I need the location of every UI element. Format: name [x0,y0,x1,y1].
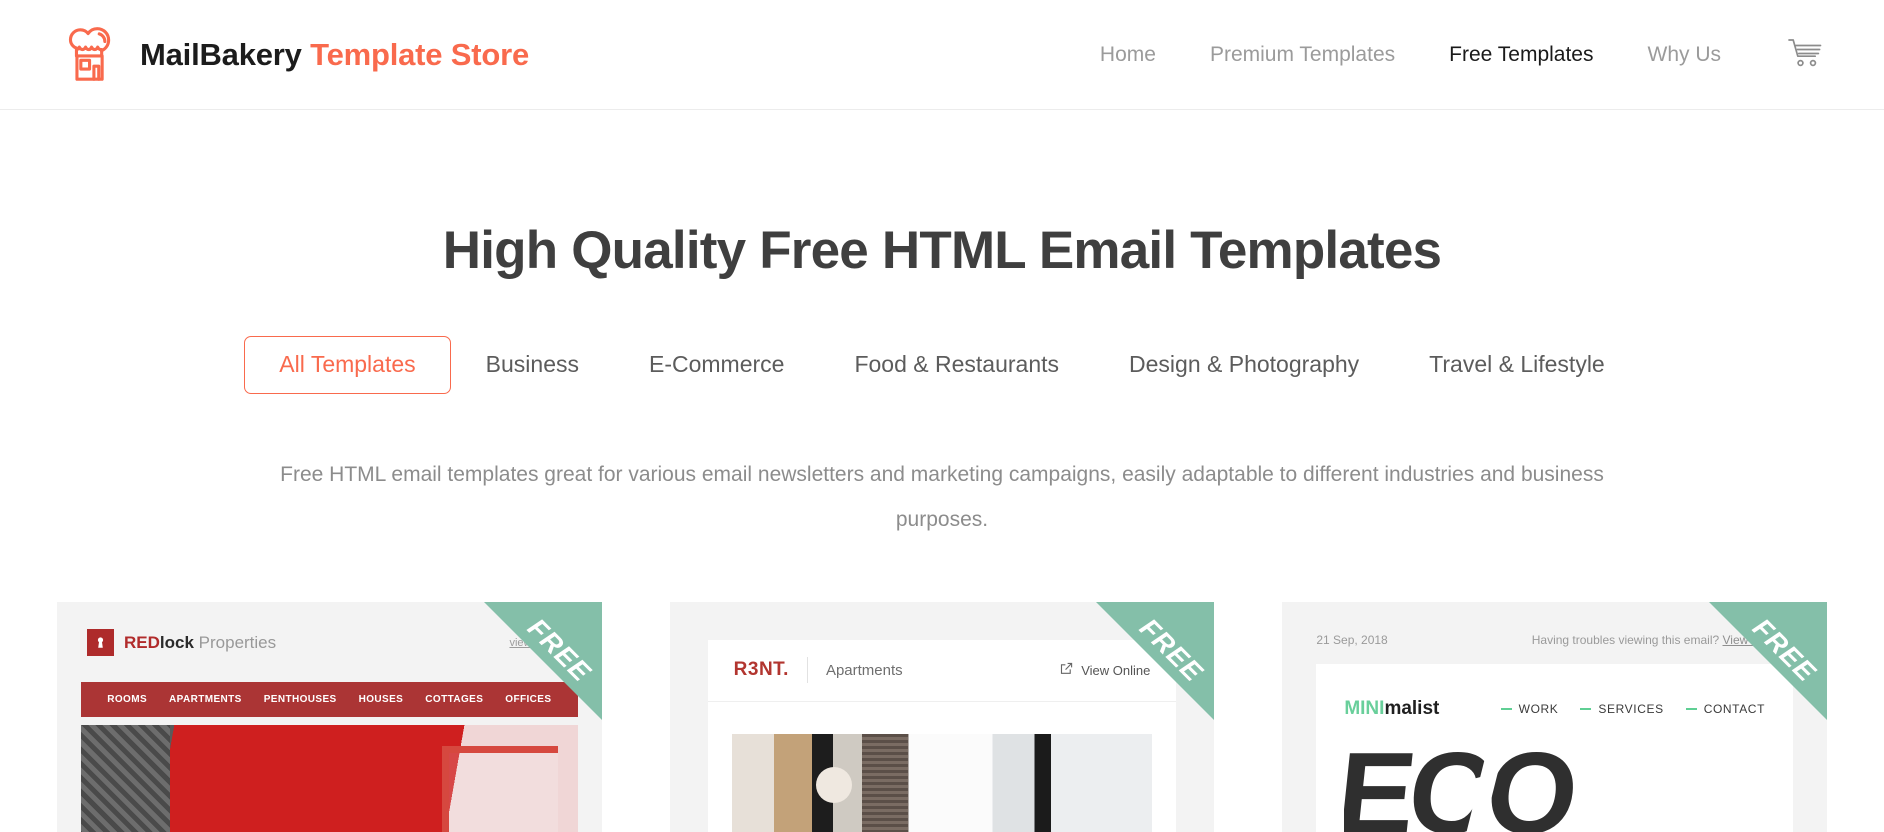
preview-divider [806,657,808,684]
preview-nav-cottages: COTTAGES [425,693,484,705]
nav-item-why-us[interactable]: Why Us [1621,44,1749,65]
preview-nav-work: WORK [1500,701,1559,716]
preview-brand: REDlock Properties [124,633,276,653]
filter-tab-design-photography[interactable]: Design & Photography [1094,336,1394,393]
preview-artwork-text: ECO [1344,741,1579,832]
preview-subtitle: Apartments [825,661,903,679]
preview-nav-services: SERVICES [1580,702,1663,716]
preview-nav-apartments: APARTMENTS [169,693,242,705]
category-filter-tabs: All Templates Business E-Commerce Food &… [0,336,1884,394]
template-card-redlock-properties[interactable]: FREE REDlock Properties view browser ROO… [57,601,602,832]
filter-tab-all-templates[interactable]: All Templates [244,336,451,394]
preview-nav-penthouses: PENTHOUSES [263,693,337,705]
site-header: MailBakery Template Store Home Premium T… [0,0,1884,110]
brand-title: MailBakery Template Store [140,39,529,70]
preview-logo-rest: malist [1384,697,1440,719]
cart-button[interactable] [1782,32,1828,78]
hero-description: Free HTML email templates great for vari… [280,462,1604,531]
free-ribbon [483,601,602,720]
nav-item-home[interactable]: Home [1073,44,1183,65]
preview-nav-work-label: WORK [1518,701,1559,716]
free-ribbon [1096,601,1215,720]
template-card-grid: FREE REDlock Properties view browser ROO… [57,601,1827,832]
preview-brand-bold: RED [124,632,160,652]
filter-tab-e-commerce[interactable]: E-Commerce [614,336,819,393]
main-navigation: Home Premium Templates Free Templates Wh… [1073,32,1828,78]
filter-tab-travel-lifestyle[interactable]: Travel & Lifestyle [1394,336,1640,393]
dash-icon [1500,707,1512,710]
main-content: High Quality Free HTML Email Templates A… [0,110,1884,832]
filter-tab-business[interactable]: Business [451,336,614,393]
bakery-store-icon [60,24,122,86]
template-card-r3nt-apartments[interactable]: FREE R3NT. Apartments View Online [669,601,1215,832]
preview-hero-artwork: ECO [1344,741,1590,832]
preview-trouble-label: Having troubles viewing this email? [1531,632,1723,647]
preview-logo: MINImalist [1344,698,1439,720]
preview-logo-accent: MINI [1344,697,1385,719]
lock-icon [87,629,114,657]
preview-nav-services-label: SERVICES [1598,701,1664,716]
page-title: High Quality Free HTML Email Templates [442,221,1442,280]
preview-brand-semi: lock [159,632,194,652]
dash-icon [1685,707,1697,710]
nav-item-premium-templates[interactable]: Premium Templates [1183,44,1422,65]
brand-logo-link[interactable]: MailBakery Template Store [60,24,529,86]
preview-nav-rooms: ROOMS [107,693,148,705]
preview-logo: R3NT. [733,659,789,681]
preview-header: MINImalist WORK SERVICES CONTACT [1344,698,1765,720]
preview-hero-photo [731,733,1153,832]
filter-tab-food-restaurants[interactable]: Food & Restaurants [819,336,1094,393]
free-ribbon [1709,601,1827,720]
preview-date: 21 Sep, 2018 [1316,632,1388,647]
preview-brand-rest: Properties [193,632,277,652]
template-card-minimalist[interactable]: FREE 21 Sep, 2018 Having troubles viewin… [1282,601,1827,832]
hero-section: High Quality Free HTML Email Templates A… [0,110,1884,542]
shopping-cart-icon [1787,37,1823,72]
preview-nav-houses: HOUSES [358,693,404,705]
brand-name-primary: MailBakery [140,37,302,72]
nav-item-free-templates[interactable]: Free Templates [1422,44,1620,65]
dash-icon [1580,707,1592,710]
brand-name-secondary: Template Store [310,37,529,72]
external-link-icon [1060,662,1073,678]
preview-hero-photo [81,724,578,832]
